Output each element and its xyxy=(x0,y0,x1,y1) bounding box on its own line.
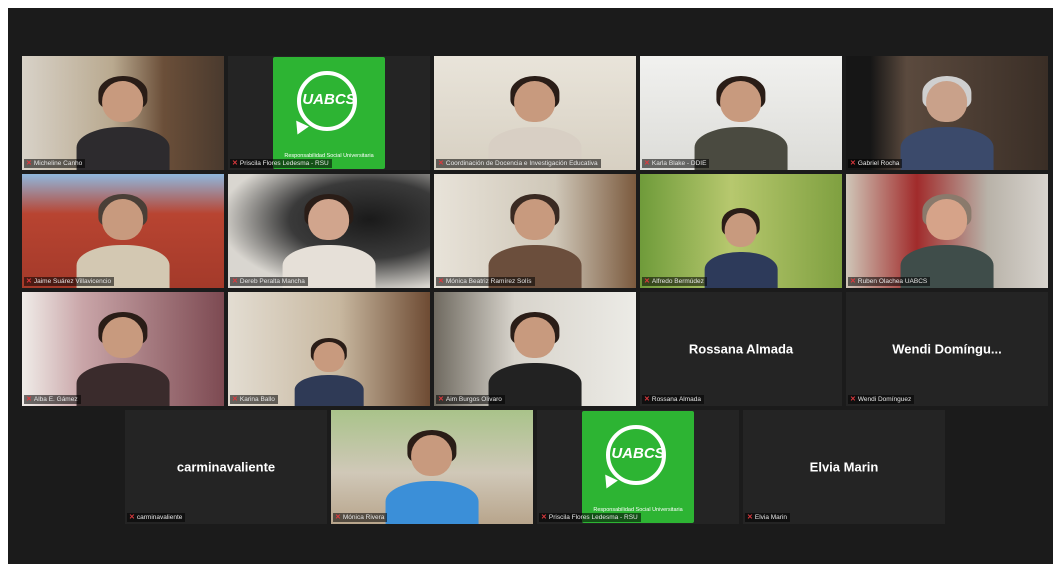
participant-tile[interactable]: ✕ Alba E. Gámez xyxy=(22,292,224,406)
participant-name-label: ✕ Dereb Peralta Mancha xyxy=(230,277,308,286)
participant-video xyxy=(385,429,479,524)
participant-tile[interactable]: ✕ Karla Blake - DDIE xyxy=(640,56,842,170)
participant-name-label: ✕ Elvia Marin xyxy=(745,513,791,522)
mic-off-icon: ✕ xyxy=(26,160,32,167)
participant-name-label: ✕ Wendi Domínguez xyxy=(848,395,915,404)
participant-tile[interactable]: ✕ Mónica Beatriz Ramírez Solís xyxy=(434,174,636,288)
participant-name-label: ✕ Rossana Almada xyxy=(642,395,705,404)
participant-video xyxy=(294,338,364,406)
participant-video xyxy=(488,311,582,406)
participant-name-label: ✕ Priscila Flores Ledesma - RSU xyxy=(539,513,641,522)
participant-name-label: ✕ Karina Ballo xyxy=(230,395,278,404)
participant-video xyxy=(900,75,994,170)
participant-tile[interactable]: UABCS Responsabilidad Social Universitari… xyxy=(537,410,739,524)
participant-display-name: carminavaliente xyxy=(176,459,276,475)
participant-name-label: ✕ Mónica Rivera xyxy=(333,513,388,522)
participant-display-name: Rossana Almada xyxy=(688,341,794,357)
participant-tile[interactable]: Elvia Marin ✕ Elvia Marin xyxy=(743,410,945,524)
participant-tile[interactable]: ✕ Mónica Rivera xyxy=(331,410,533,524)
participant-name-label: ✕ Alfredo Bermúdez xyxy=(642,277,707,286)
participant-video xyxy=(76,75,170,170)
participant-name-label: ✕ Jaime Suárez Villavicencio xyxy=(24,277,115,286)
participant-name-label: ✕ carminavaliente xyxy=(127,513,186,522)
participant-tile[interactable]: UABCS Responsabilidad Social Universitari… xyxy=(228,56,430,170)
mic-off-icon: ✕ xyxy=(438,160,444,167)
participant-name-label: ✕ Aim Burgos Olivaro xyxy=(436,395,505,404)
participant-name-label: ✕ Priscila Flores Ledesma - RSU xyxy=(230,159,332,168)
mic-off-icon: ✕ xyxy=(438,278,444,285)
participant-tile[interactable]: ✕ Karina Ballo xyxy=(228,292,430,406)
mic-off-icon: ✕ xyxy=(232,278,238,285)
participant-video xyxy=(900,193,994,288)
mic-off-icon: ✕ xyxy=(850,160,856,167)
participant-tile[interactable]: Rossana Almada ✕ Rossana Almada xyxy=(640,292,842,406)
participant-display-name: Wendi Domíngu... xyxy=(892,341,1002,357)
participant-tile[interactable]: ✕ Micheline Canho xyxy=(22,56,224,170)
participant-video xyxy=(694,75,788,170)
participant-display-name: Elvia Marin xyxy=(809,459,879,475)
participant-name-label: ✕ Coordinación de Docencia e Investigació… xyxy=(436,159,601,168)
participant-tile-active-speaker[interactable]: ✕ Aim Burgos Olivaro xyxy=(434,292,636,406)
participant-name-label: ✕ Ruben Olachea UABCS xyxy=(848,277,931,286)
mic-off-icon: ✕ xyxy=(232,160,238,167)
participant-tile[interactable]: ✕ Coordinación de Docencia e Investigació… xyxy=(434,56,636,170)
participant-video xyxy=(76,193,170,288)
participant-tile[interactable]: ✕ Jaime Suárez Villavicencio xyxy=(22,174,224,288)
participant-name-label: ✕ Micheline Canho xyxy=(24,159,86,168)
mic-off-icon: ✕ xyxy=(541,514,547,521)
uabcs-logo: UABCS Responsabilidad Social Universitari… xyxy=(582,411,694,523)
mic-off-icon: ✕ xyxy=(335,514,341,521)
uabcs-logo: UABCS Responsabilidad Social Universitari… xyxy=(273,57,385,169)
video-gallery: ✕ Micheline Canho UABCS Responsabilidad So… xyxy=(8,8,1053,564)
mic-off-icon: ✕ xyxy=(850,396,856,403)
participant-name-label: ✕ Karla Blake - DDIE xyxy=(642,159,710,168)
mic-off-icon: ✕ xyxy=(232,396,238,403)
participant-name-label: ✕ Gabriel Rocha xyxy=(848,159,903,168)
participant-name-label: ✕ Alba E. Gámez xyxy=(24,395,81,404)
participant-video xyxy=(282,193,376,288)
mic-off-icon: ✕ xyxy=(747,514,753,521)
mic-off-icon: ✕ xyxy=(438,396,444,403)
participant-video xyxy=(76,311,170,406)
mic-off-icon: ✕ xyxy=(644,160,650,167)
participant-tile[interactable]: carminavaliente ✕ carminavaliente xyxy=(125,410,327,524)
participant-tile[interactable]: ✕ Gabriel Rocha xyxy=(846,56,1048,170)
mic-off-icon: ✕ xyxy=(850,278,856,285)
mic-off-icon: ✕ xyxy=(644,396,650,403)
participant-tile[interactable]: ✕ Dereb Peralta Mancha xyxy=(228,174,430,288)
participant-video xyxy=(488,193,582,288)
mic-off-icon: ✕ xyxy=(26,396,32,403)
mic-off-icon: ✕ xyxy=(26,278,32,285)
participant-video xyxy=(488,75,582,170)
participant-tile[interactable]: Wendi Domíngu... ✕ Wendi Domínguez xyxy=(846,292,1048,406)
participant-video xyxy=(704,208,778,288)
mic-off-icon: ✕ xyxy=(129,514,135,521)
participant-tile[interactable]: ✕ Ruben Olachea UABCS xyxy=(846,174,1048,288)
participant-name-label: ✕ Mónica Beatriz Ramírez Solís xyxy=(436,277,535,286)
mic-off-icon: ✕ xyxy=(644,278,650,285)
participant-tile[interactable]: ✕ Alfredo Bermúdez xyxy=(640,174,842,288)
